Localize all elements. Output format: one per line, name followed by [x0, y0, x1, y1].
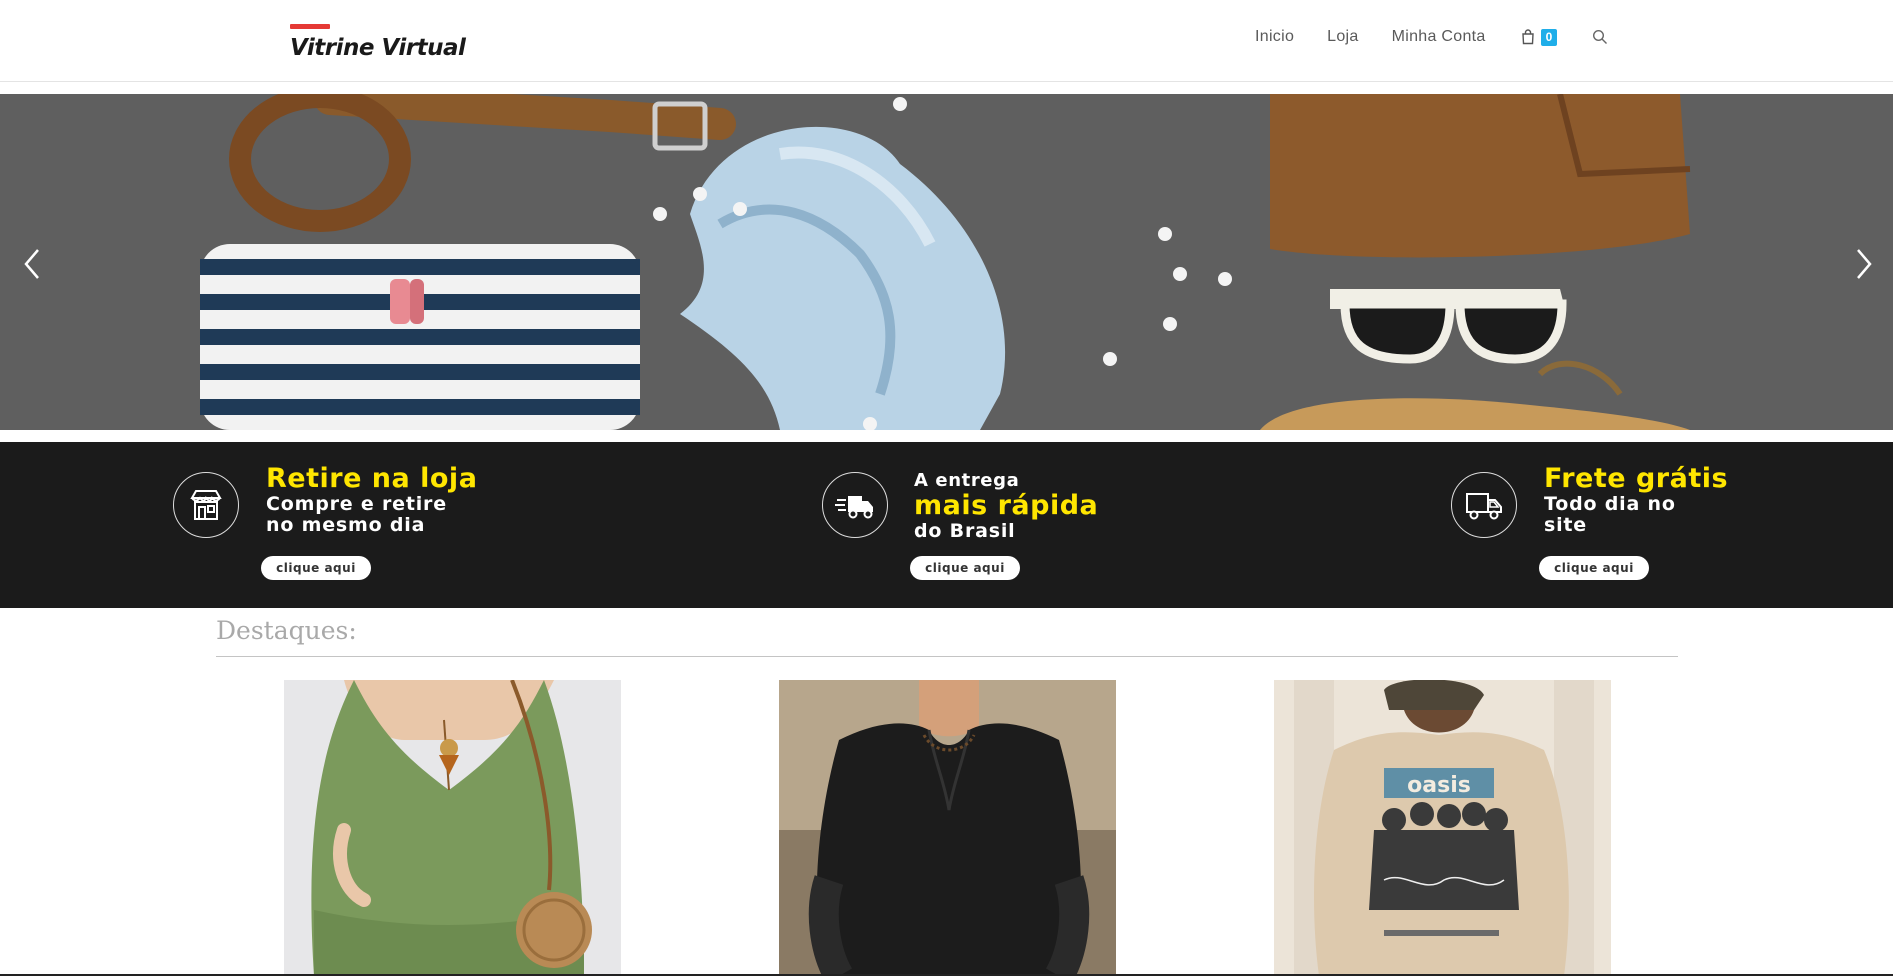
- section-divider: [216, 656, 1678, 657]
- feature-pickup: Retire na loja Compre e retire no mesmo …: [173, 442, 593, 608]
- site-header: Vitrine Virtual Inicio Loja Minha Conta …: [0, 0, 1893, 82]
- feature-pickup-title: Retire na loja: [266, 463, 478, 494]
- logo-accent-bar: [290, 24, 330, 29]
- nav-link-inicio[interactable]: Inicio: [1255, 28, 1294, 46]
- feature-free-shipping-line1: Todo dia no: [1544, 493, 1676, 515]
- svg-text:oasis: oasis: [1407, 773, 1471, 798]
- fast-delivery-icon: [822, 472, 888, 538]
- cart-count-badge: 0: [1540, 28, 1558, 46]
- truck-icon: [1451, 472, 1517, 538]
- slider-prev-arrow[interactable]: [18, 244, 48, 284]
- feature-pickup-button[interactable]: clique aqui: [261, 556, 371, 580]
- feature-fast-delivery-pre: A entrega: [914, 470, 1020, 491]
- product-image-green-dress: [284, 680, 621, 976]
- hero-banner-image: [0, 94, 1893, 430]
- feature-fast-delivery: A entrega mais rápida do Brasil clique a…: [822, 442, 1242, 608]
- feature-free-shipping: Frete grátis Todo dia no site clique aqu…: [1451, 442, 1871, 608]
- search-icon[interactable]: [1592, 29, 1608, 45]
- main-nav: Inicio Loja Minha Conta 0: [1255, 28, 1608, 46]
- product-image-oasis-tshirt: oasis: [1274, 680, 1611, 976]
- feature-fast-delivery-line1: do Brasil: [914, 520, 1016, 542]
- shopping-bag-icon: [1521, 29, 1534, 45]
- feature-pickup-line1: Compre e retire: [266, 493, 447, 515]
- product-card-3[interactable]: oasis: [1274, 680, 1611, 976]
- nav-link-loja[interactable]: Loja: [1327, 28, 1358, 46]
- product-image-black-shirt: [779, 680, 1116, 976]
- feature-free-shipping-button[interactable]: clique aqui: [1539, 556, 1649, 580]
- hero-slider: [0, 94, 1893, 430]
- section-title: Destaques:: [216, 616, 357, 645]
- feature-fast-delivery-title: mais rápida: [914, 490, 1099, 521]
- feature-free-shipping-title: Frete grátis: [1544, 463, 1729, 494]
- product-card-1[interactable]: [284, 680, 621, 976]
- nav-link-minha-conta[interactable]: Minha Conta: [1392, 28, 1486, 46]
- feature-free-shipping-line2: site: [1544, 514, 1587, 536]
- logo-text: Vitrine Virtual: [290, 35, 466, 61]
- site-logo[interactable]: Vitrine Virtual: [290, 24, 466, 61]
- feature-pickup-line2: no mesmo dia: [266, 514, 426, 536]
- slider-next-arrow[interactable]: [1848, 244, 1878, 284]
- cart-button[interactable]: 0: [1520, 28, 1558, 46]
- store-icon: [173, 472, 239, 538]
- features-band: Retire na loja Compre e retire no mesmo …: [0, 442, 1893, 608]
- product-card-2[interactable]: [779, 680, 1116, 976]
- feature-fast-delivery-button[interactable]: clique aqui: [910, 556, 1020, 580]
